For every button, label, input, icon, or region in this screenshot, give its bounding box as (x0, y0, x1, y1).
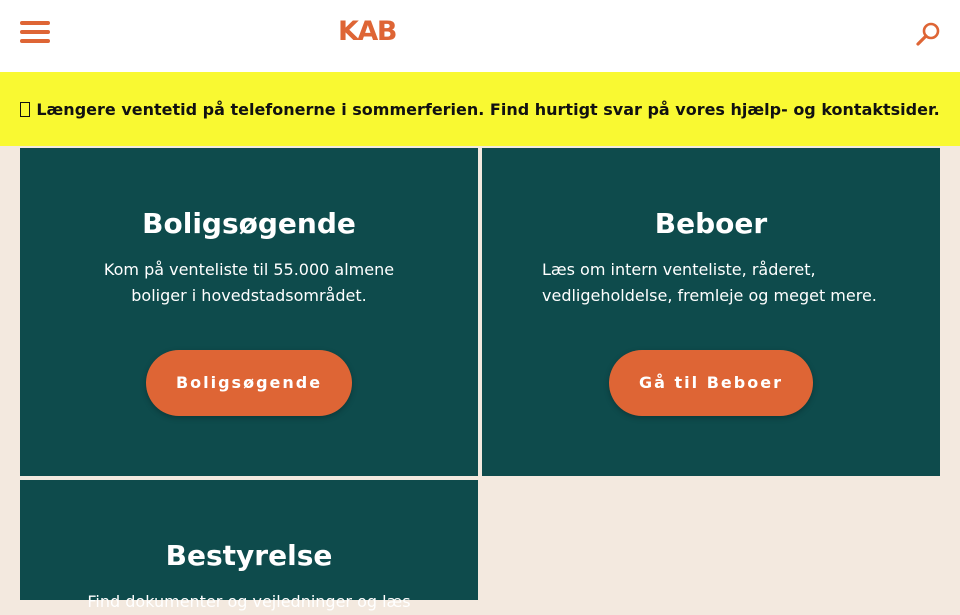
card-text-line: boliger i hovedstadsområdet. (131, 286, 367, 305)
boligsogende-button[interactable]: Boligsøgende (146, 350, 352, 416)
notice-banner[interactable]: Længere ventetid på telefonerne i sommer… (0, 72, 960, 146)
site-header: KAB (0, 0, 960, 72)
card-boligsogende: Boligsøgende Kom på venteliste til 55.00… (20, 148, 478, 476)
card-text-line: Læs om intern venteliste, råderet, (542, 260, 816, 279)
search-icon[interactable] (914, 20, 942, 48)
card-text-line: Kom på venteliste til 55.000 almene (103, 260, 395, 279)
card-bestyrelse: Bestyrelse Find dokumenter og vejledning… (20, 480, 478, 611)
warning-icon (20, 101, 31, 117)
card-title: Boligsøgende (142, 207, 356, 240)
kab-logo[interactable]: KAB (338, 14, 397, 50)
card-beboer: Beboer Læs om intern venteliste, råderet… (482, 148, 940, 476)
card-text-line: Find dokumenter og vejledninger og læs (87, 592, 411, 611)
card-title: Beboer (654, 207, 768, 240)
card-text-line: vedligeholdelse, fremleje og meget mere. (542, 286, 877, 305)
card-title: Bestyrelse (165, 539, 333, 572)
ga-til-beboer-button[interactable]: Gå til Beboer (609, 350, 813, 416)
hamburger-menu-icon[interactable] (20, 20, 50, 44)
notice-text[interactable]: Længere ventetid på telefonerne i sommer… (36, 100, 939, 119)
